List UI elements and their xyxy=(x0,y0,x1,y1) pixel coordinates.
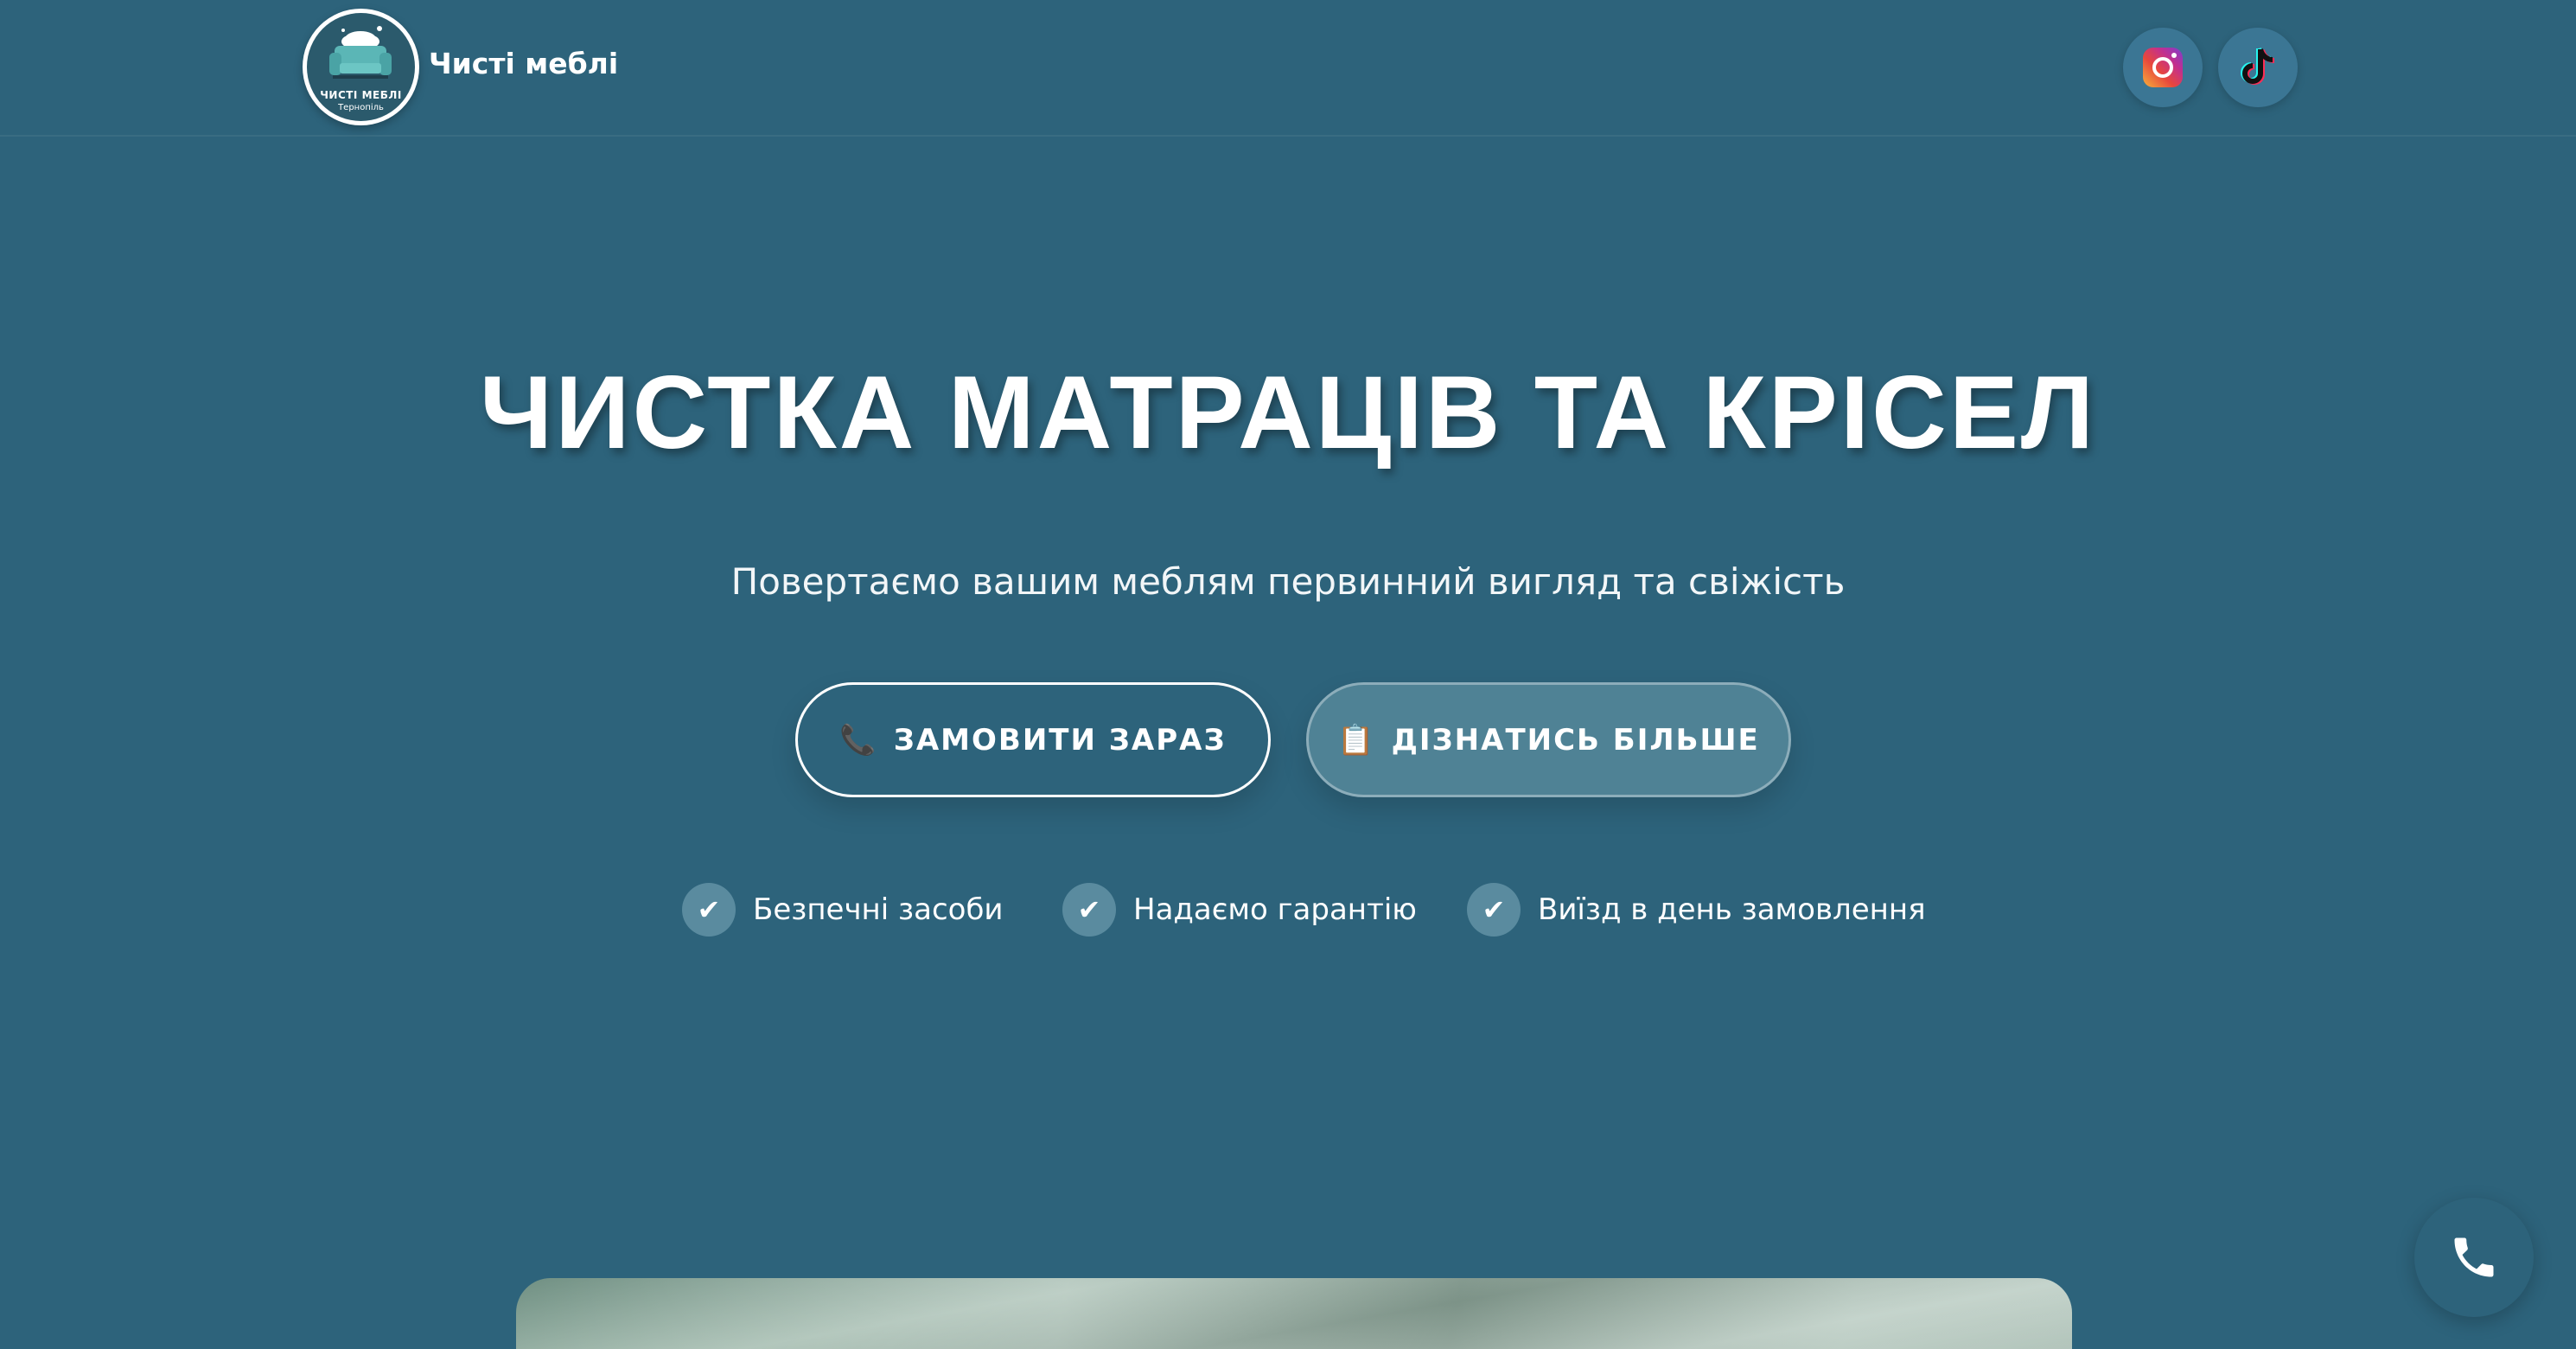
phone-icon xyxy=(2454,1237,2494,1277)
instagram-link[interactable] xyxy=(2123,28,2203,107)
hero-title: ЧИСТКА МАТРАЦІВ ТА КРІСЕЛ xyxy=(479,355,2097,470)
feature-item: ✔ Безпечні засоби xyxy=(682,882,1004,937)
feature-label: Надаємо гарантію xyxy=(1133,892,1417,927)
clipboard-icon: 📋 xyxy=(1337,722,1376,758)
learn-more-label: ДІЗНАТИСЬ БІЛЬШЕ xyxy=(1391,722,1760,758)
order-now-button[interactable]: 📞 ЗАМОВИТИ ЗАРАЗ xyxy=(795,682,1271,797)
hero-image xyxy=(516,1278,2072,1349)
learn-more-button[interactable]: 📋 ДІЗНАТИСЬ БІЛЬШЕ xyxy=(1306,682,1791,797)
site-header: ЧИСТІ МЕБЛІ Тернопіль Чисті меблі xyxy=(0,0,2576,137)
call-button[interactable] xyxy=(2414,1198,2534,1317)
feature-label: Безпечні засоби xyxy=(753,892,1004,927)
sofa-icon xyxy=(329,26,392,79)
tiktok-link[interactable] xyxy=(2218,28,2298,107)
logo-text: ЧИСТІ МЕБЛІ xyxy=(320,89,402,101)
feature-label: Виїзд в день замовлення xyxy=(1538,892,1926,927)
hero-subtitle: Повертаємо вашим меблям первинний вигляд… xyxy=(730,560,1846,603)
page: ЧИСТІ МЕБЛІ Тернопіль Чисті меблі ЧИСТКА… xyxy=(0,0,2576,1349)
brand-name[interactable]: Чисті меблі xyxy=(429,47,618,80)
feature-item: ✔ Виїзд в день замовлення xyxy=(1467,882,1926,937)
logo-badge: ЧИСТІ МЕБЛІ Тернопіль xyxy=(307,13,415,121)
feature-item: ✔ Надаємо гарантію xyxy=(1062,882,1417,937)
checkmark-icon: ✔ xyxy=(1467,883,1521,937)
features-list: ✔ Безпечні засоби ✔ Надаємо гарантію ✔ В… xyxy=(0,882,2576,937)
instagram-icon xyxy=(2143,48,2183,87)
logo[interactable]: ЧИСТІ МЕБЛІ Тернопіль xyxy=(303,9,419,125)
phone-icon: 📞 xyxy=(839,722,878,758)
logo-city: Тернопіль xyxy=(338,103,384,112)
checkmark-icon: ✔ xyxy=(1062,883,1116,937)
order-now-label: ЗАМОВИТИ ЗАРАЗ xyxy=(893,722,1227,758)
tiktok-icon xyxy=(2241,48,2275,85)
checkmark-icon: ✔ xyxy=(682,883,736,937)
